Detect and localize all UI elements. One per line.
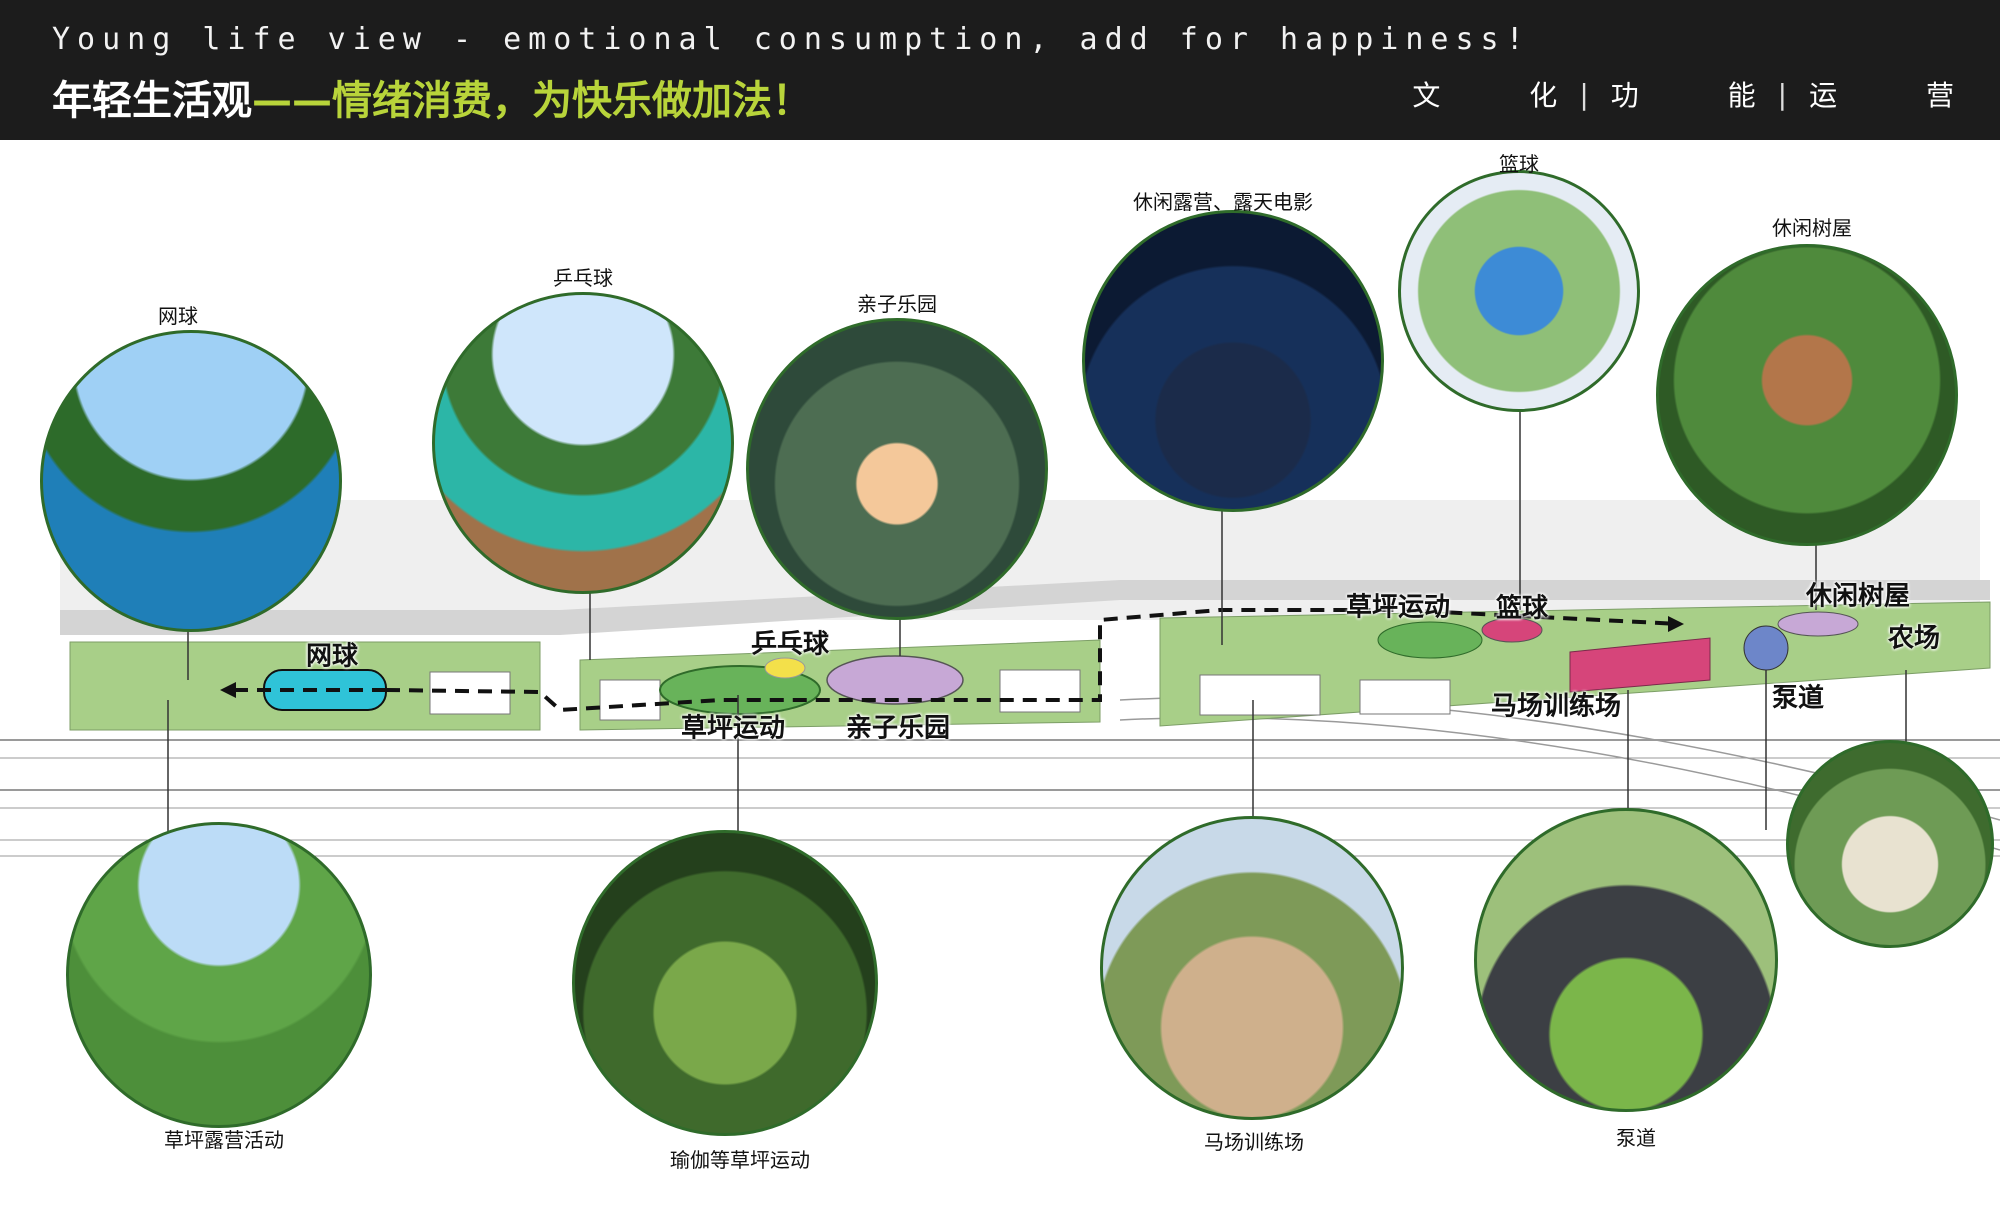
label-photo-kids-park: 亲子乐园	[857, 292, 937, 316]
label-photo-pingpong: 乒乓球	[553, 266, 613, 290]
title-part-white: 年轻生活观	[52, 78, 252, 124]
nav-item-culture[interactable]: 文 化	[1412, 74, 1597, 114]
nav-separator: |	[1579, 77, 1589, 111]
header-bar: Young life view - emotional consumption,…	[0, 0, 2000, 140]
label-photo-pump-track: 泵道	[1616, 1126, 1656, 1150]
label-photo-treehouse: 休闲树屋	[1772, 216, 1852, 240]
nav-item-operation[interactable]: 运 营	[1809, 74, 1994, 114]
photo-kids-park	[746, 318, 1048, 620]
plan-label-pingpong: 乒乓球	[750, 629, 830, 660]
subtitle-english: Young life view - emotional consumption,…	[52, 22, 1531, 57]
plan-label-lawn-sport-right: 草坪运动	[1345, 592, 1451, 623]
photo-treehouse	[1656, 244, 1958, 546]
photo-horse	[1100, 816, 1404, 1120]
zone-pingpong	[764, 657, 806, 679]
label-photo-tennis: 网球	[158, 304, 198, 328]
plan-label-pump-track: 泵道	[1771, 683, 1825, 714]
label-photo-basketball: 篮球	[1499, 152, 1539, 176]
photo-basketball	[1398, 170, 1640, 412]
photo-lawn-camping	[66, 822, 372, 1128]
zone-treehouse	[1777, 611, 1859, 637]
label-photo-camping-movie: 休闲露营、露天电影	[1133, 190, 1313, 214]
photo-camping-movie	[1082, 210, 1384, 512]
label-photo-yoga: 瑜伽等草坪运动	[670, 1148, 810, 1172]
title-part-green: 情绪消费，为快乐做加法！	[332, 78, 812, 124]
plan-label-tennis: 网球	[305, 641, 359, 672]
label-photo-lawn-camping: 草坪露营活动	[164, 1128, 284, 1152]
page-title: 年轻生活观——情绪消费，为快乐做加法！	[52, 68, 812, 126]
zone-pump-track	[1743, 625, 1789, 671]
plan-label-basketball: 篮球	[1495, 593, 1549, 624]
photo-tennis	[40, 330, 342, 632]
photo-pump-track	[1474, 808, 1778, 1112]
plan-label-treehouse: 休闲树屋	[1805, 581, 1911, 612]
plan-label-horse: 马场训练场	[1490, 691, 1622, 722]
nav-separator: |	[1777, 77, 1788, 111]
title-dash: ——	[252, 78, 332, 124]
nav-item-function[interactable]: 功 能	[1611, 74, 1796, 114]
zone-kids-park	[826, 655, 964, 705]
section-nav: 文 化 | 功 能 | 运 营	[1412, 74, 1954, 114]
photo-pingpong	[432, 292, 734, 594]
label-photo-horse: 马场训练场	[1204, 1130, 1304, 1154]
photo-farm	[1786, 740, 1994, 948]
photo-yoga	[572, 830, 878, 1136]
site-plan: 网球 乒乓球 亲子乐园 休闲露营、露天电影 篮球 休闲树屋 草坪露营活动 瑜伽等…	[0, 140, 2000, 1202]
plan-label-kids-park: 亲子乐园	[845, 713, 951, 744]
zone-lawn-right	[1377, 621, 1483, 659]
plan-label-farm: 农场	[1887, 623, 1941, 654]
plan-label-lawn-sport-left: 草坪运动	[680, 713, 786, 744]
